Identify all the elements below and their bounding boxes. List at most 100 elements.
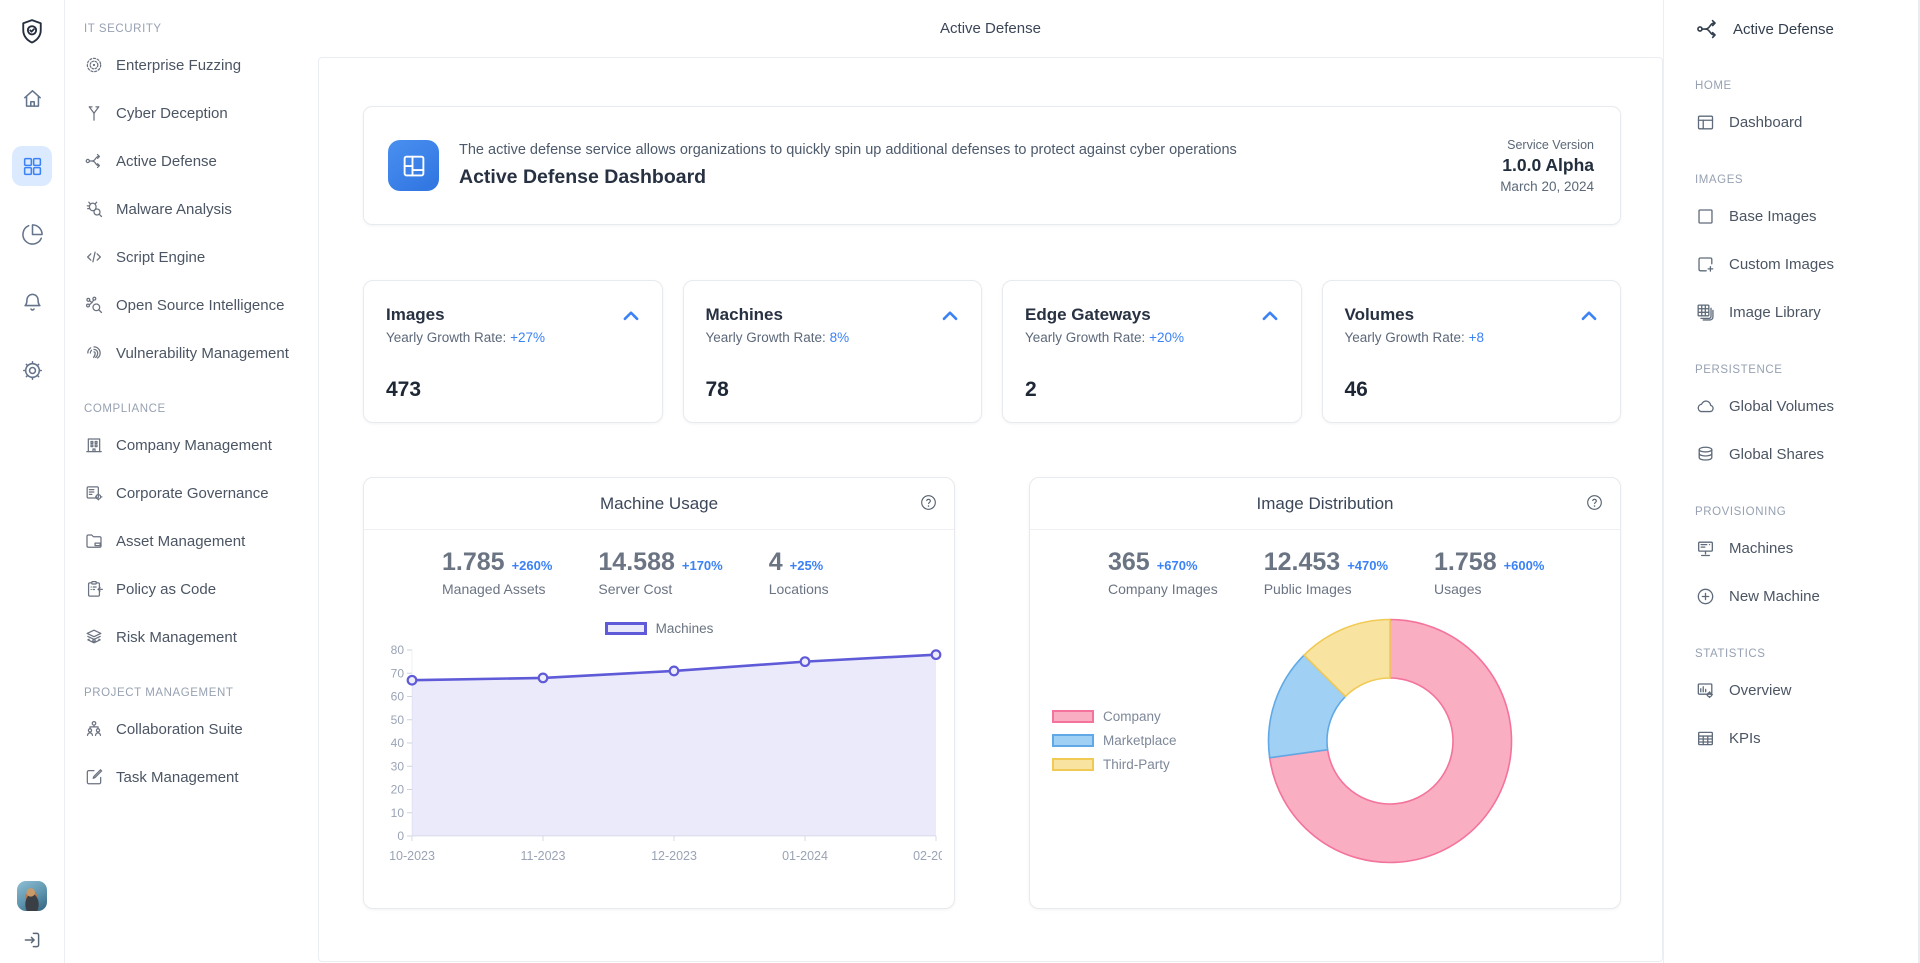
svg-text:02-2024: 02-2024	[913, 849, 942, 863]
page-title: Active Defense	[940, 20, 1041, 37]
rightbar-header: Active Defense	[1695, 14, 1912, 44]
nav-item-label: Image Library	[1729, 304, 1821, 321]
collapse-chevron-up-icon[interactable]	[618, 303, 644, 329]
content-panel: The active defense service allows organi…	[318, 57, 1663, 962]
legend-item-company[interactable]: Company	[1052, 709, 1177, 724]
nav-item-vulnerability-management[interactable]: Vulnerability Management	[84, 329, 310, 377]
stat-delta: +470%	[1347, 558, 1388, 573]
nav-item-active-defense[interactable]: Active Defense	[84, 137, 310, 185]
legend-label: Third-Party	[1103, 757, 1170, 772]
nav-item-label: KPIs	[1729, 730, 1761, 747]
stat-number: 4	[769, 548, 783, 576]
logout-icon[interactable]	[21, 929, 43, 951]
rail-grid-icon-active[interactable]	[12, 146, 52, 186]
legend-label: Company	[1103, 709, 1161, 724]
nav-item-label: Policy as Code	[116, 581, 216, 598]
bug-search-icon	[84, 199, 104, 219]
nav-item-label: Global Shares	[1729, 446, 1824, 463]
nav-item-custom-images[interactable]: Custom Images	[1695, 240, 1912, 288]
nav-item-asset-management[interactable]: Asset Management	[84, 517, 310, 565]
stat-value: 473	[386, 378, 640, 402]
stat-value: 2	[1025, 378, 1279, 402]
collapse-chevron-up-icon[interactable]	[1576, 303, 1602, 329]
branch-icon	[84, 103, 104, 123]
legend-item-third-party[interactable]: Third-Party	[1052, 757, 1177, 772]
stat-number: 12.453	[1264, 548, 1340, 576]
image-distribution-card: Image Distribution 365+670%Company Image…	[1029, 477, 1621, 909]
nav-item-risk-management[interactable]: Risk Management	[84, 613, 310, 661]
section-title: STATISTICS	[1695, 648, 1912, 660]
nav-item-cyber-deception[interactable]: Cyber Deception	[84, 89, 310, 137]
rail-home-icon[interactable]	[12, 78, 52, 118]
svg-text:01-2024: 01-2024	[782, 849, 828, 863]
chart-stat-server-cost: 14.588+170%Server Cost	[598, 548, 722, 597]
section-project-management: PROJECT MANAGEMENTCollaboration SuiteTas…	[84, 687, 310, 801]
legend-label: Marketplace	[1103, 733, 1177, 748]
machine-usage-card: Machine Usage 1.785+260%Managed Assets14…	[363, 477, 955, 909]
service-version-value: 1.0.0 Alpha	[1500, 155, 1594, 176]
svg-text:50: 50	[391, 713, 405, 727]
collapse-chevron-up-icon[interactable]	[1257, 303, 1283, 329]
chart-stat-managed-assets: 1.785+260%Managed Assets	[442, 548, 552, 597]
nav-item-global-shares[interactable]: Global Shares	[1695, 430, 1912, 478]
nav-item-malware-analysis[interactable]: Malware Analysis	[84, 185, 310, 233]
nav-item-open-source-intelligence[interactable]: Open Source Intelligence	[84, 281, 310, 329]
nav-item-script-engine[interactable]: Script Engine	[84, 233, 310, 281]
nav-item-label: Corporate Governance	[116, 485, 269, 502]
nav-item-base-images[interactable]: Base Images	[1695, 192, 1912, 240]
collapse-chevron-up-icon[interactable]	[937, 303, 963, 329]
edit-square-icon	[84, 767, 104, 787]
nav-item-label: Global Volumes	[1729, 398, 1834, 415]
rail-pie-chart-icon[interactable]	[12, 214, 52, 254]
nav-item-machines[interactable]: Machines	[1695, 524, 1912, 572]
nav-item-new-machine[interactable]: New Machine	[1695, 572, 1912, 620]
nav-item-collaboration-suite[interactable]: Collaboration Suite	[84, 705, 310, 753]
nav-item-overview[interactable]: Overview	[1695, 666, 1912, 714]
window-icon	[1695, 112, 1716, 133]
avatar[interactable]	[17, 881, 47, 911]
nav-item-policy-as-code[interactable]: Policy as Code	[84, 565, 310, 613]
svg-text:30: 30	[391, 759, 405, 773]
nav-item-dashboard[interactable]: Dashboard	[1695, 98, 1912, 146]
image-distribution-title: Image Distribution	[1256, 494, 1393, 514]
flow-split-icon	[1695, 16, 1721, 42]
legend-swatch	[605, 622, 647, 635]
nav-item-task-management[interactable]: Task Management	[84, 753, 310, 801]
help-icon[interactable]	[1585, 493, 1604, 512]
rail-gear-icon[interactable]	[12, 350, 52, 390]
stat-number: 1.785	[442, 548, 505, 576]
stat-card-images: ImagesYearly Growth Rate: +27%473	[363, 280, 663, 423]
nav-item-label: Asset Management	[116, 533, 245, 550]
stat-number: 365	[1108, 548, 1150, 576]
question-icon	[919, 493, 938, 512]
fingerprint-icon	[84, 343, 104, 363]
home-icon	[21, 87, 44, 110]
section-compliance: COMPLIANCECompany ManagementCorporate Go…	[84, 403, 310, 661]
stat-title: Machines	[706, 305, 960, 325]
code-icon	[84, 247, 104, 267]
nav-item-image-library[interactable]: Image Library	[1695, 288, 1912, 336]
legend-swatch	[1052, 710, 1094, 723]
flow-split-icon	[84, 151, 104, 171]
nav-item-global-volumes[interactable]: Global Volumes	[1695, 382, 1912, 430]
chart-board-icon	[1695, 680, 1716, 701]
nav-item-label: Company Management	[116, 437, 272, 454]
machines-line-chart: 0102030405060708010-202311-202312-202301…	[378, 642, 940, 878]
clipboard-icon	[84, 579, 104, 599]
chart-stat-usages: 1.758+600%Usages	[1434, 548, 1544, 597]
nav-item-kpis[interactable]: KPIs	[1695, 714, 1912, 762]
line-chart-legend[interactable]: Machines	[364, 621, 954, 636]
layers-icon	[84, 627, 104, 647]
legend-item-marketplace[interactable]: Marketplace	[1052, 733, 1177, 748]
rail-bell-icon[interactable]	[12, 282, 52, 322]
help-icon[interactable]	[919, 493, 938, 512]
list-gear-icon	[84, 483, 104, 503]
stat-delta: +25%	[790, 558, 824, 573]
service-version-date: March 20, 2024	[1500, 179, 1594, 194]
nav-item-company-management[interactable]: Company Management	[84, 421, 310, 469]
section-title: PERSISTENCE	[1695, 364, 1912, 376]
chevron-up-icon	[1576, 303, 1602, 329]
legend-label: Machines	[656, 621, 714, 636]
nav-item-corporate-governance[interactable]: Corporate Governance	[84, 469, 310, 517]
nav-item-enterprise-fuzzing[interactable]: Enterprise Fuzzing	[84, 41, 310, 89]
